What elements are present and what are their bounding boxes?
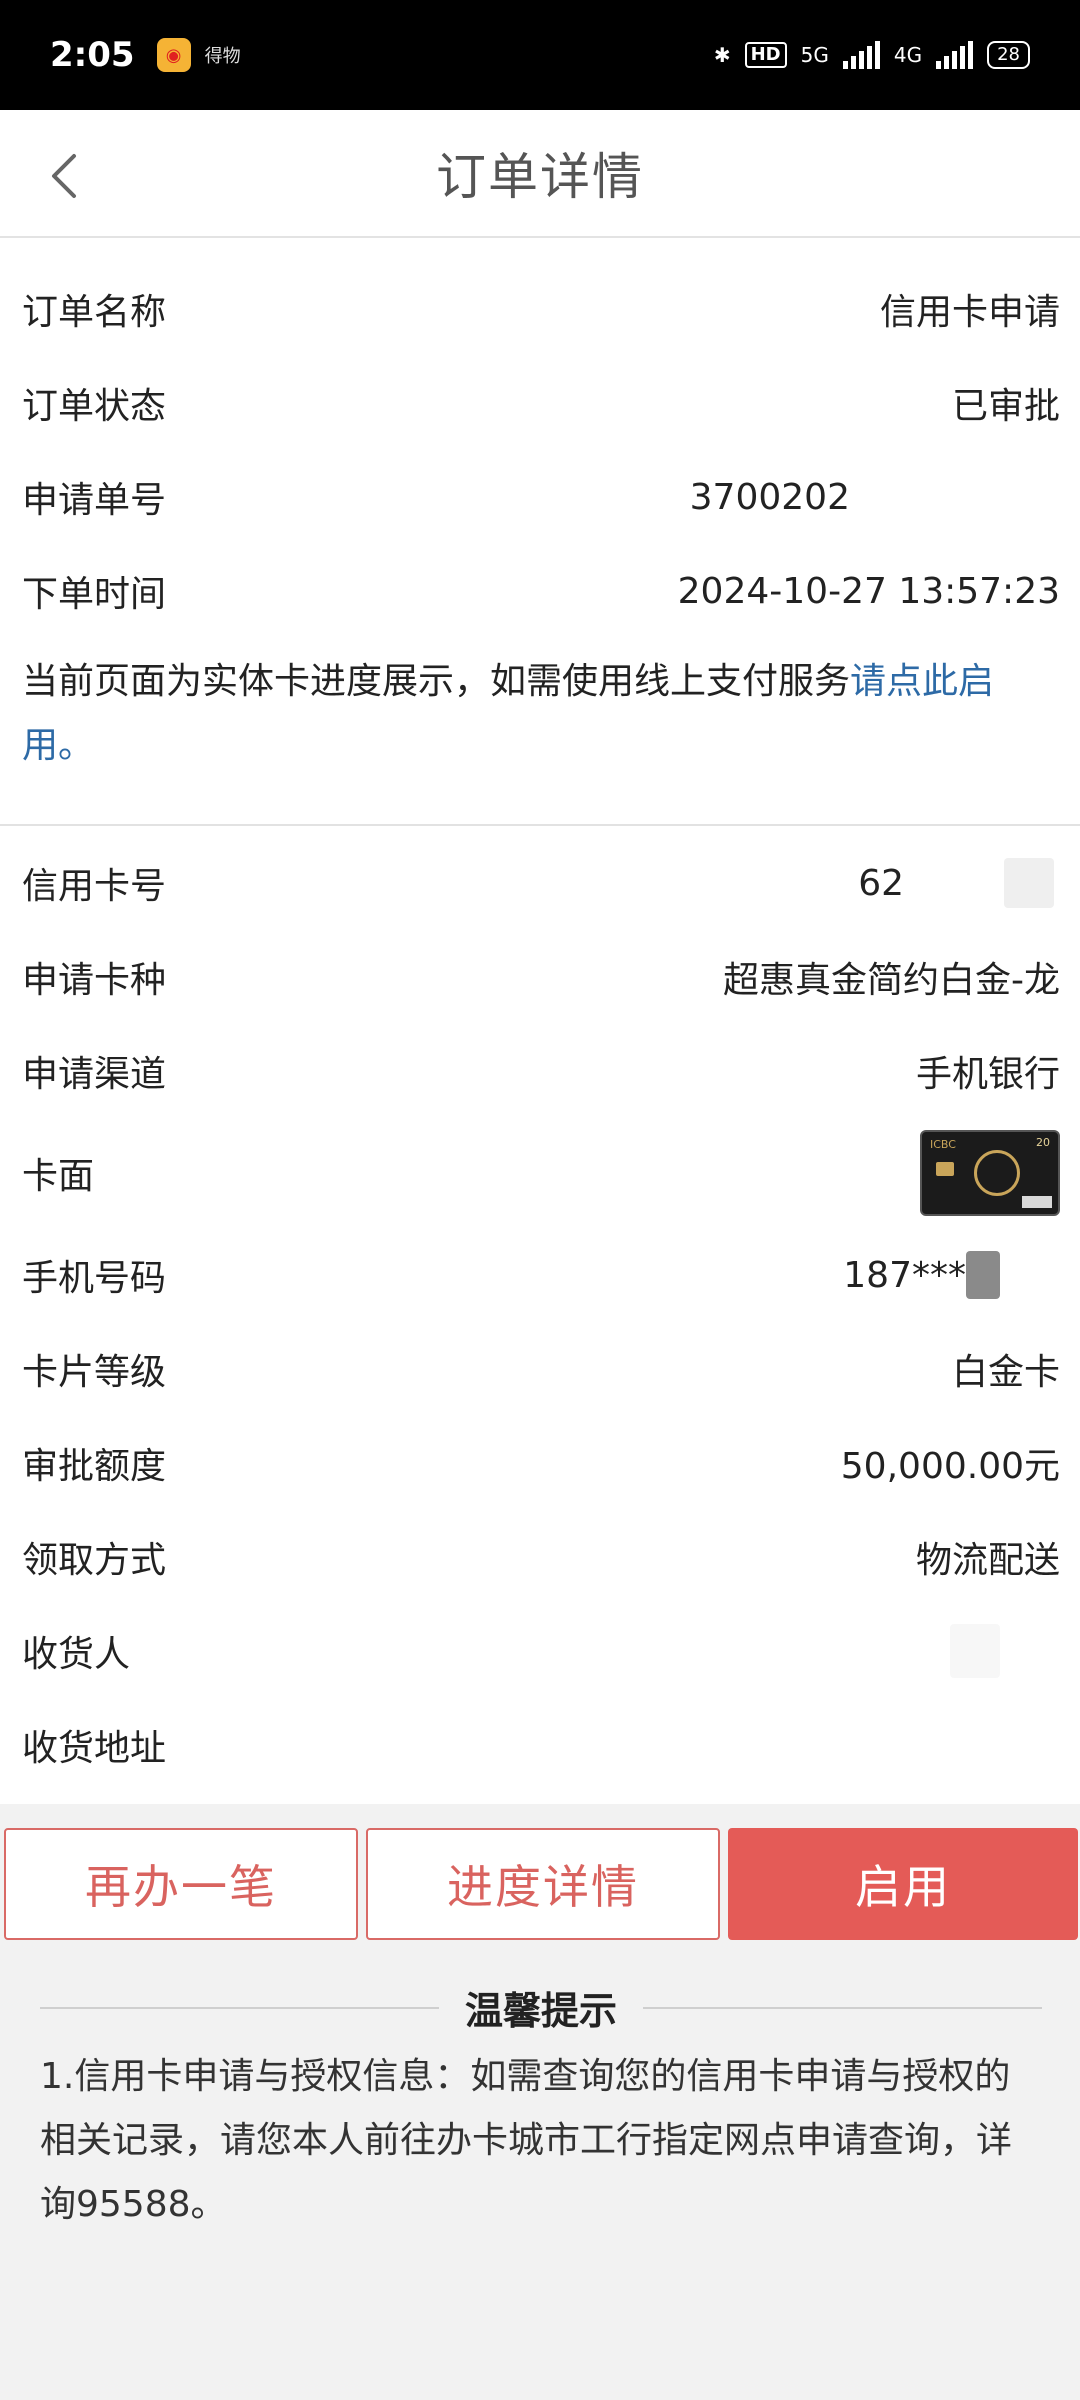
hd-icon: HD [744,42,787,68]
notice-text: 当前页面为实体卡进度展示，如需使用线上支付服务 [22,661,851,702]
card-level-value: 白金卡 [951,1352,1060,1393]
application-number-row: 申请单号 3700202 [0,450,1080,544]
apply-again-button[interactable]: 再办一笔 [4,1828,358,1940]
card-face-image[interactable]: ICBC 20 [920,1130,1060,1216]
card-level-row: 卡片等级 白金卡 [0,1322,1080,1416]
order-status-label: 订单状态 [22,386,167,427]
delivery-label: 领取方式 [22,1540,167,1581]
order-name-value: 信用卡申请 [879,292,1060,333]
order-name-label: 订单名称 [22,292,167,333]
card-number-label: 信用卡号 [22,866,167,907]
order-status-value: 已审批 [951,386,1060,427]
tips-section: 温馨提示 1.信用卡申请与授权信息：如需查询您的信用卡申请与授权的相关记录，请您… [0,1944,1080,2237]
weibo-icon: ◉ [156,38,191,72]
card-number-value: 62 [858,862,904,904]
card-face-label: 卡面 [22,1156,95,1197]
order-time-label: 下单时间 [22,574,167,615]
network-5g-label: 5G [800,43,829,67]
masked-block [950,1624,1000,1678]
activation-notice: 当前页面为实体卡进度展示，如需使用线上支付服务请点此启用。 [0,638,1080,824]
card-type-value: 超惠真金简约白金-龙 [723,960,1060,1001]
order-time-value: 2024-10-27 13:57:23 [677,570,1060,612]
card-type-row: 申请卡种 超惠真金简约白金-龙 [0,930,1080,1024]
channel-value: 手机银行 [915,1054,1060,1095]
order-time-row: 下单时间 2024-10-27 13:57:23 [0,544,1080,638]
address-label: 收货地址 [22,1728,167,1769]
card-chip-icon [936,1162,954,1176]
tips-title: 温馨提示 [465,1989,618,2033]
delivery-value: 物流配送 [915,1540,1060,1581]
dragon-emblem-icon [974,1150,1020,1196]
activate-button[interactable]: 启用 [728,1828,1078,1940]
order-name-row: 订单名称 信用卡申请 [0,262,1080,356]
page-header: 订单详情 [0,110,1080,238]
order-status-row: 订单状态 已审批 [0,356,1080,450]
signal-icon-2 [936,41,974,69]
tips-body: 1.信用卡申请与授权信息：如需查询您的信用卡申请与授权的相关记录，请您本人前往办… [40,2056,1013,2225]
order-section: 订单名称 信用卡申请 订单状态 已审批 申请单号 3700202 下单时间 20… [0,238,1080,824]
receiver-label: 收货人 [22,1634,131,1675]
card-number-row: 信用卡号 62 [0,836,1080,930]
card-type-label: 申请卡种 [22,960,167,1001]
network-4g-label: 4G [893,43,923,67]
status-time: 2:05 [50,35,135,75]
channel-row: 申请渠道 手机银行 [0,1024,1080,1118]
page-title: 订单详情 [436,148,644,206]
status-app-label: 得物 [204,46,241,67]
card-stripe-icon [1022,1196,1052,1208]
delivery-row: 领取方式 物流配送 [0,1510,1080,1604]
masked-block [966,1251,1000,1299]
address-row: 收货地址 [0,1698,1080,1792]
phone-value: 187*** [843,1254,966,1296]
tips-line-left [40,2006,439,2009]
tips-line-right [643,2006,1043,2009]
application-number-value: 3700202 [689,476,850,518]
status-icons: ✱ HD 5G 4G 28 [714,41,1030,69]
limit-label: 审批额度 [22,1446,167,1487]
phone-row: 手机号码 187*** [0,1228,1080,1322]
masked-block [1004,858,1054,908]
bluetooth-icon: ✱ [713,43,731,67]
card-level-label: 卡片等级 [22,1352,167,1393]
channel-label: 申请渠道 [22,1054,167,1095]
back-arrow-icon[interactable] [38,146,98,206]
limit-row: 审批额度 50,000.00元 [0,1416,1080,1510]
progress-details-button[interactable]: 进度详情 [366,1828,720,1940]
card-face-number: 20 [1036,1136,1050,1149]
action-buttons: 再办一笔 进度详情 启用 [0,1804,1080,1944]
battery-icon: 28 [987,41,1030,69]
limit-value: 50,000.00元 [840,1446,1060,1487]
icbc-logo: ICBC [930,1138,956,1151]
status-bar: 2:05 ◉ 得物 ✱ HD 5G 4G 28 [0,0,1080,110]
card-section: 信用卡号 62 申请卡种 超惠真金简约白金-龙 申请渠道 手机银行 卡面 ICB… [0,826,1080,1804]
tips-header: 温馨提示 [40,1980,1043,2035]
phone-label: 手机号码 [22,1258,167,1299]
signal-icon [842,41,880,69]
receiver-row: 收货人 [0,1604,1080,1698]
application-number-label: 申请单号 [22,480,167,521]
card-face-row: 卡面 ICBC 20 [0,1118,1080,1228]
